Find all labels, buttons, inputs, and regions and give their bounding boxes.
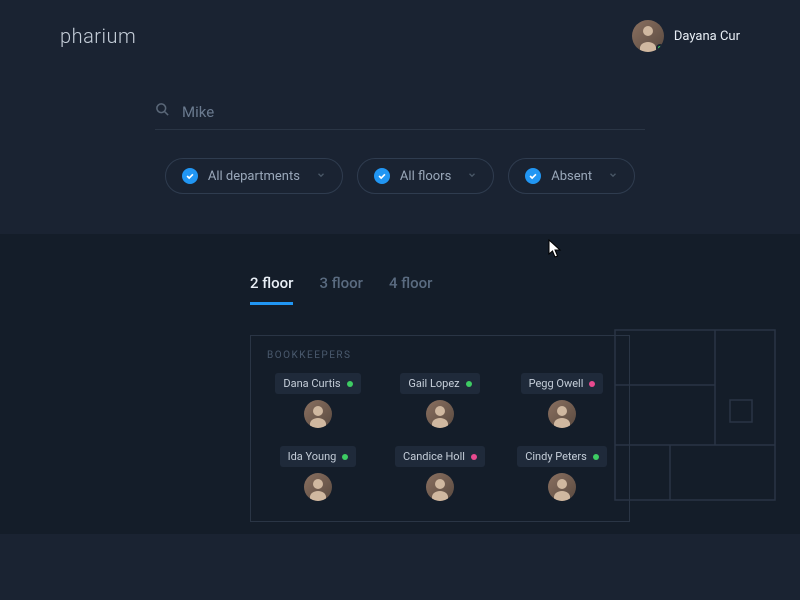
person-name: Gail Lopez [408,377,459,390]
current-user-name: Dayana Cur [674,29,740,44]
status-dot [593,454,599,460]
tab-floor-2[interactable]: 2 floor [250,274,293,305]
person-avatar [426,473,454,501]
person-chip: Candice Holl [395,446,485,467]
person-avatar [304,473,332,501]
person-name: Candice Holl [403,450,465,463]
person-avatar [548,473,576,501]
person-name: Ida Young [288,450,337,463]
room-label: BOOKKEEPERS [267,350,613,361]
person-avatar [304,400,332,428]
status-dot [342,454,348,460]
status-dot [347,381,353,387]
search-area: All departments All floors Absent [0,52,800,234]
current-user-badge[interactable]: Dayana Cur [632,20,740,52]
status-dot [471,454,477,460]
person-chip: Dana Curtis [275,373,360,394]
person-chip: Cindy Peters [517,446,607,467]
person-chip: Pegg Owell [521,373,604,394]
person-avatar [548,400,576,428]
person-card[interactable]: Gail Lopez [389,373,491,428]
floorplan-outline [610,325,780,505]
person-chip: Ida Young [280,446,357,467]
person-chip: Gail Lopez [400,373,479,394]
check-icon [374,168,390,184]
person-name: Cindy Peters [525,450,587,463]
person-card[interactable]: Pegg Owell [511,373,613,428]
top-section: pharium Dayana Cur All departments [0,0,800,234]
chevron-down-icon [316,169,326,184]
person-card[interactable]: Cindy Peters [511,446,613,501]
filter-status[interactable]: Absent [508,158,635,194]
floor-tabs: 2 floor 3 floor 4 floor [250,274,740,305]
check-icon [182,168,198,184]
filter-label: All floors [400,169,451,184]
floor-section: 2 floor 3 floor 4 floor BOOKKEEPERS Dana… [0,234,800,534]
header: pharium Dayana Cur [0,0,800,52]
filter-floors[interactable]: All floors [357,158,494,194]
people-grid: Dana Curtis Gail Lopez Pegg Owell [267,373,613,501]
search-icon [155,102,170,121]
filter-label: All departments [208,169,300,184]
chevron-down-icon [608,169,618,184]
search-input[interactable] [182,103,645,121]
filter-row: All departments All floors Absent [165,158,635,194]
status-dot [466,381,472,387]
status-dot-online [656,44,664,52]
person-avatar [426,400,454,428]
filter-departments[interactable]: All departments [165,158,343,194]
person-card[interactable]: Dana Curtis [267,373,369,428]
check-icon [525,168,541,184]
tab-floor-3[interactable]: 3 floor [319,274,362,305]
user-avatar [632,20,664,52]
tab-floor-4[interactable]: 4 floor [389,274,432,305]
chevron-down-icon [467,169,477,184]
person-card[interactable]: Ida Young [267,446,369,501]
brand-logo[interactable]: pharium [60,24,136,48]
search-row[interactable] [155,102,645,130]
room-bookkeepers: BOOKKEEPERS Dana Curtis Gail Lopez [250,335,630,522]
person-name: Dana Curtis [283,377,340,390]
filter-label: Absent [551,169,592,184]
person-card[interactable]: Candice Holl [389,446,491,501]
person-name: Pegg Owell [529,377,584,390]
status-dot [589,381,595,387]
